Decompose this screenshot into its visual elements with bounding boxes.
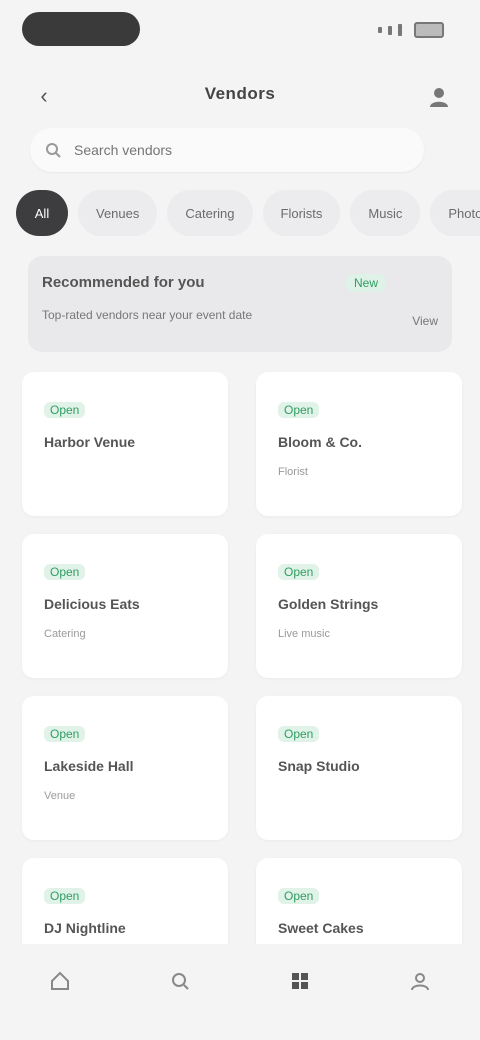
status-icons [378,22,444,38]
category-chips: All Venues Catering Florists Music Photo [16,190,480,236]
signal-bar [398,24,402,36]
profile-button[interactable] [424,82,454,112]
vendor-category: Live music [278,628,330,640]
grid-icon [287,968,313,994]
chip-music[interactable]: Music [350,190,421,236]
battery-icon [414,22,444,38]
search-icon [42,139,64,161]
banner-action-link[interactable]: View [412,314,438,328]
status-tag: Open [278,726,320,742]
status-tag: Open [278,564,320,580]
chip-catering[interactable]: Catering [167,190,253,236]
home-icon [47,968,73,994]
status-tag: Open [278,402,320,418]
vendor-name: Delicious Eats [44,596,140,612]
vendor-card[interactable]: Open Delicious Eats Catering [22,534,228,678]
nav-home[interactable] [35,968,85,1008]
profile-icon [407,968,433,994]
search-bar[interactable] [30,128,424,172]
signal-bar [388,25,392,35]
vendor-name: Harbor Venue [44,434,136,450]
banner-text: Top-rated vendors near your event date [42,308,253,322]
vendor-category: Florist [278,466,308,478]
status-tag: Open [44,726,86,742]
status-tag: Open [44,888,86,904]
bottom-nav [0,944,480,1040]
chip-photo[interactable]: Photo [430,190,480,236]
app-header: ‹ Vendors [0,68,480,124]
page-title: Vendors [204,84,276,103]
search-icon [167,968,193,994]
vendor-name: Golden Strings [278,596,379,612]
vendor-name: Lakeside Hall [44,758,134,774]
vendor-card[interactable]: Open Bloom & Co. Florist [256,372,462,516]
dynamic-island [22,12,140,46]
banner-title: Recommended for you [42,274,205,291]
vendor-card[interactable]: Open Lakeside Hall Venue [22,696,228,840]
vendor-name: Snap Studio [278,758,360,774]
vendor-category: Venue [44,790,76,802]
vendor-card[interactable]: Open Snap Studio [256,696,462,840]
status-tag: Open [44,402,86,418]
chip-venues[interactable]: Venues [78,190,158,236]
vendor-card[interactable]: Open Harbor Venue [22,372,228,516]
new-badge: New [346,274,387,292]
chip-all[interactable]: All [16,190,68,236]
vendor-card[interactable]: Open Golden Strings Live music [256,534,462,678]
recommendation-banner[interactable]: Recommended for you New Top-rated vendor… [28,256,452,352]
nav-profile[interactable] [395,968,445,1008]
vendor-name: Sweet Cakes [278,920,364,936]
status-tag: Open [278,888,320,904]
vendor-grid: Open Harbor Venue Open Bloom & Co. Flori… [22,372,462,1002]
user-icon [430,88,448,107]
search-input[interactable] [72,141,406,159]
status-tag: Open [44,564,86,580]
chip-florists[interactable]: Florists [262,190,341,236]
nav-search[interactable] [155,968,205,1008]
vendor-name: DJ Nightline [44,920,126,936]
vendor-category: Catering [44,628,86,640]
status-bar [0,0,480,60]
vendor-name: Bloom & Co. [278,434,362,450]
nav-vendors[interactable] [275,968,325,1008]
signal-icon [378,27,382,33]
